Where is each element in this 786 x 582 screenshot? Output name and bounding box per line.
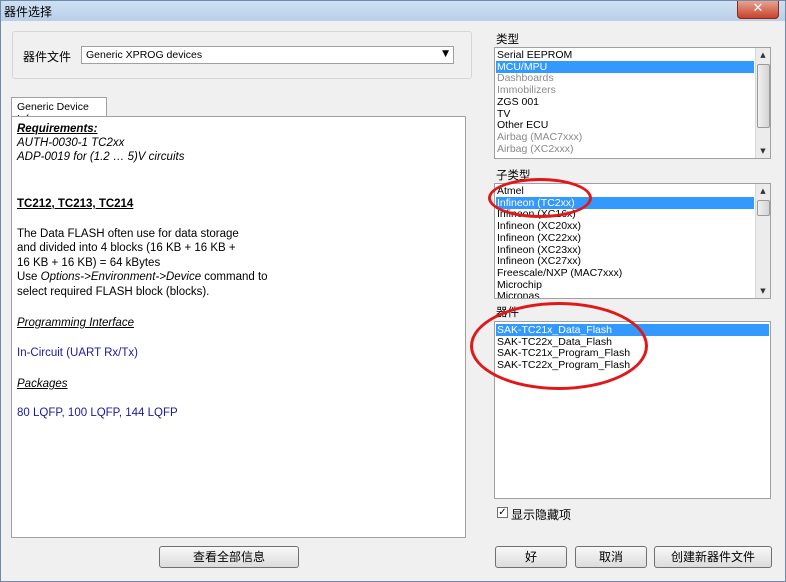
device-file-value: Generic XPROG devices: [86, 49, 203, 61]
description-line: 16 KB + 16 KB) = 64 kBytes: [17, 257, 161, 269]
tab-generic-device-info[interactable]: Generic Device Info: [11, 97, 107, 125]
device-list-item[interactable]: SAK-TC21x_Data_Flash: [496, 324, 769, 336]
type-list-item[interactable]: Serial EEPROM: [496, 49, 754, 61]
type-list-item[interactable]: ZGS 001: [496, 96, 754, 108]
device-label: 器件: [496, 305, 519, 319]
description-line: Use Options->Environment->Device command…: [17, 271, 268, 283]
scroll-thumb[interactable]: [757, 64, 770, 128]
type-list-item[interactable]: Airbag (MAC7xxx): [496, 131, 754, 143]
device-file-label: 器件文件: [23, 50, 72, 64]
type-list-scrollbar[interactable]: ▲ ▼: [755, 48, 770, 158]
show-hidden-checkbox[interactable]: ✓: [497, 507, 508, 518]
subtype-list[interactable]: ▲ ▼ Atmel Infineon (TC2xx) Infineon (XC16x…: [494, 183, 771, 299]
device-select-window: 器件选择 ✕ 器件文件 Generic XPROG devices ▼ Gene…: [0, 0, 786, 582]
packages-title: Packages: [17, 378, 68, 390]
packages-value: 80 LQFP, 100 LQFP, 144 LQFP: [17, 407, 178, 419]
requirement-line: AUTH-0030-1 TC2xx: [17, 137, 125, 149]
description-line: select required FLASH block (blocks).: [17, 286, 210, 298]
title-bar[interactable]: 器件选择 ✕: [1, 1, 785, 21]
subtype-list-item[interactable]: Infineon (XC23xx): [496, 244, 754, 256]
subtype-label: 子类型: [496, 168, 531, 182]
subtype-list-item[interactable]: Infineon (XC20xx): [496, 220, 754, 232]
subtype-list-item[interactable]: Infineon (TC2xx): [496, 196, 754, 209]
device-list-item[interactable]: SAK-TC22x_Program_Flash: [496, 359, 769, 371]
subtype-list-item[interactable]: Infineon (XC27xx): [496, 255, 754, 267]
description-line: and divided into 4 blocks (16 KB + 16 KB…: [17, 242, 236, 254]
device-list[interactable]: SAK-TC21x_Data_Flash SAK-TC22x_Data_Flash…: [494, 321, 771, 499]
cancel-button[interactable]: 取消: [575, 546, 647, 568]
dropdown-arrow-icon[interactable]: ▼: [442, 49, 449, 59]
type-list-item[interactable]: Immobilizers: [496, 84, 754, 96]
subtype-list-item[interactable]: Atmel: [496, 185, 754, 197]
subtype-list-item[interactable]: Infineon (XC22xx): [496, 232, 754, 244]
close-icon: ✕: [752, 1, 764, 16]
subtype-list-item[interactable]: Microchip: [496, 279, 754, 291]
subtype-list-item[interactable]: Freescale/NXP (MAC7xxx): [496, 267, 754, 279]
type-label: 类型: [496, 32, 519, 46]
device-file-select[interactable]: Generic XPROG devices ▼: [81, 46, 454, 64]
subtype-list-scrollbar[interactable]: ▲ ▼: [755, 184, 770, 298]
scroll-up-icon[interactable]: ▲: [756, 184, 770, 198]
create-device-file-button[interactable]: 创建新器件文件: [654, 546, 772, 568]
type-list-item[interactable]: Other ECU: [496, 119, 754, 131]
requirement-line: ADP-0019 for (1.2 … 5)V circuits: [17, 151, 185, 163]
subtype-list-item[interactable]: Micronas: [496, 290, 754, 298]
requirements-title: Requirements:: [17, 123, 98, 135]
device-list-item[interactable]: SAK-TC21x_Program_Flash: [496, 347, 769, 359]
description-line: The Data FLASH often use for data storag…: [17, 228, 239, 240]
device-info-panel: Requirements: AUTH-0030-1 TC2xx ADP-0019…: [11, 116, 466, 538]
scroll-down-icon[interactable]: ▼: [756, 144, 770, 158]
type-list-item[interactable]: Airbag (XC2xxx): [496, 143, 754, 155]
type-list[interactable]: ▲ ▼ Serial EEPROM MCU/MPU Dashboards Immobi…: [494, 47, 771, 159]
checkmark-icon: ✓: [498, 507, 507, 518]
scroll-up-icon[interactable]: ▲: [756, 48, 770, 62]
menu-path: Options->Environment->Device: [40, 271, 202, 283]
scroll-thumb[interactable]: [757, 200, 770, 216]
device-list-item[interactable]: SAK-TC22x_Data_Flash: [496, 336, 769, 348]
device-family-title: TC212, TC213, TC214: [17, 198, 134, 210]
type-list-item[interactable]: TV: [496, 108, 754, 120]
type-list-item[interactable]: MCU/MPU: [496, 60, 754, 73]
show-hidden-label[interactable]: 显示隐藏项: [511, 506, 571, 523]
ok-button[interactable]: 好: [495, 546, 567, 568]
window-title: 器件选择: [4, 5, 53, 19]
subtype-list-item[interactable]: Infineon (XC16x): [496, 208, 754, 220]
programming-interface-value: In-Circuit (UART Rx/Tx): [17, 347, 138, 359]
close-button[interactable]: ✕: [737, 1, 779, 19]
view-all-info-button[interactable]: 查看全部信息: [159, 546, 299, 568]
type-list-item[interactable]: Dashboards: [496, 72, 754, 84]
programming-interface-title: Programming Interface: [17, 317, 134, 329]
scroll-down-icon[interactable]: ▼: [756, 284, 770, 298]
